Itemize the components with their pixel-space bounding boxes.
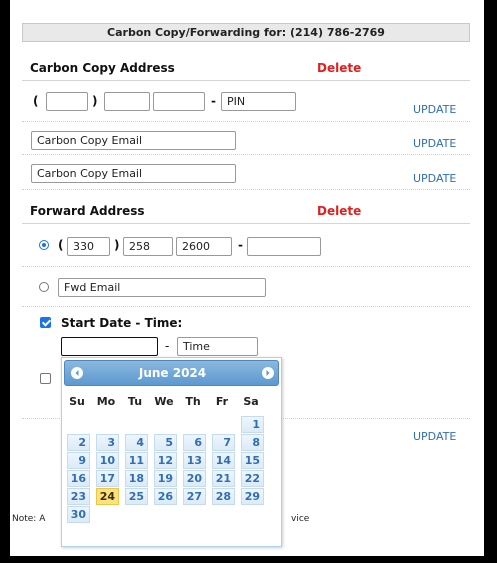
cc-update-link[interactable]: UPDATE <box>413 172 456 185</box>
datepicker: June 2024 Su Mo Tu We Th Fr Sa 1 2 3 4 5 6 7 8 9 10 11 12… <box>61 357 282 547</box>
calendar-day[interactable]: 1 <box>241 416 264 433</box>
calendar-day[interactable]: 9 <box>67 452 90 469</box>
calendar-day[interactable]: 22 <box>241 470 264 487</box>
cc-pin-input[interactable]: PIN <box>221 92 296 111</box>
fwd-prefix-input[interactable]: 258 <box>123 237 173 256</box>
calendar-day[interactable]: 10 <box>96 452 119 469</box>
open-paren: ( <box>33 94 39 108</box>
start-date-input[interactable] <box>61 337 158 356</box>
calendar-day[interactable]: 2 <box>67 434 90 451</box>
carbon-copy-title: Carbon Copy Address <box>30 61 175 75</box>
cc-email-row-2: Carbon Copy Email UPDATE <box>22 155 470 190</box>
calendar-day[interactable]: 27 <box>183 488 206 505</box>
next-month-button[interactable] <box>262 367 274 379</box>
weekday-label: Su <box>69 395 85 408</box>
calendar-day[interactable]: 8 <box>241 434 264 451</box>
calendar-day[interactable]: 3 <box>96 434 119 451</box>
fwd-update-link[interactable]: UPDATE <box>413 430 456 443</box>
calendar-day[interactable]: 11 <box>125 452 148 469</box>
calendar-day[interactable]: 19 <box>154 470 177 487</box>
calendar-day[interactable]: 21 <box>212 470 235 487</box>
date-time-dash: - <box>165 339 170 353</box>
carbon-copy-delete-link[interactable]: Delete <box>317 61 361 75</box>
weekday-label: Mo <box>96 395 116 408</box>
calendar-day[interactable]: 13 <box>183 452 206 469</box>
calendar-day[interactable]: 5 <box>154 434 177 451</box>
cc-email-input-2[interactable]: Carbon Copy Email <box>31 164 236 183</box>
start-time-input[interactable]: Time <box>177 337 258 356</box>
calendar-day-today[interactable]: 24 <box>96 488 119 505</box>
fwd-line-input[interactable]: 2600 <box>176 237 232 256</box>
window-frame-right <box>484 0 497 563</box>
forward-delete-link[interactable]: Delete <box>317 204 361 218</box>
dash: - <box>238 238 243 252</box>
calendar-day[interactable]: 18 <box>125 470 148 487</box>
note-text-start: Note: A <box>12 514 46 524</box>
start-date-checkbox[interactable] <box>40 317 51 328</box>
fwd-area-code-input[interactable]: 330 <box>67 237 110 256</box>
close-paren: ) <box>92 94 98 108</box>
start-date-label: Start Date - Time: <box>61 316 183 330</box>
close-paren: ) <box>114 238 120 252</box>
calendar-day[interactable]: 4 <box>125 434 148 451</box>
calendar-day[interactable]: 30 <box>67 506 90 523</box>
fwd-pin-input[interactable] <box>247 237 321 256</box>
forward-section-header: Forward Address Delete <box>22 200 470 224</box>
cc-line-input[interactable] <box>153 92 205 111</box>
calendar-day[interactable]: 17 <box>96 470 119 487</box>
window-frame-bottom <box>0 556 497 563</box>
weekday-label: Th <box>185 395 201 408</box>
calendar-day[interactable]: 16 <box>67 470 90 487</box>
calendar-day[interactable]: 29 <box>241 488 264 505</box>
dash: - <box>211 94 216 108</box>
calendar-day[interactable]: 14 <box>212 452 235 469</box>
carbon-copy-section-header: Carbon Copy Address Delete <box>22 57 470 81</box>
forward-email-row: Fwd Email <box>22 267 470 307</box>
chevron-right-icon <box>266 370 270 376</box>
calendar-day[interactable]: 7 <box>212 434 235 451</box>
datepicker-header: June 2024 <box>64 360 279 386</box>
calendar-day[interactable]: 20 <box>183 470 206 487</box>
forward-title: Forward Address <box>30 204 145 218</box>
carbon-copy-phone-row: ( ) - PIN UPDATE <box>22 82 470 122</box>
forward-phone-radio[interactable] <box>39 240 49 250</box>
cc-prefix-input[interactable] <box>104 92 150 111</box>
page-title: Carbon Copy/Forwarding for: (214) 786-27… <box>22 23 470 42</box>
note-text-end: vice <box>291 514 310 524</box>
cc-area-code-input[interactable] <box>46 92 88 111</box>
calendar-day[interactable]: 26 <box>154 488 177 505</box>
weekday-label: Sa <box>243 395 259 408</box>
open-paren: ( <box>58 238 64 252</box>
fwd-email-input[interactable]: Fwd Email <box>58 278 266 297</box>
calendar-day[interactable]: 25 <box>125 488 148 505</box>
cc-email-row-1: Carbon Copy Email UPDATE <box>22 122 470 155</box>
cc-update-link[interactable]: UPDATE <box>413 137 456 150</box>
calendar-day[interactable]: 23 <box>67 488 90 505</box>
weekday-label: We <box>154 395 174 408</box>
calendar-day[interactable]: 15 <box>241 452 264 469</box>
window-frame-left <box>0 0 10 563</box>
weekday-label: Tu <box>127 395 143 408</box>
cc-update-link[interactable]: UPDATE <box>413 103 456 116</box>
end-date-checkbox[interactable] <box>40 373 51 384</box>
cc-email-input-1[interactable]: Carbon Copy Email <box>31 131 236 150</box>
calendar-day[interactable]: 6 <box>183 434 206 451</box>
calendar-day[interactable]: 28 <box>212 488 235 505</box>
datepicker-title: June 2024 <box>138 366 207 380</box>
calendar-day[interactable]: 12 <box>154 452 177 469</box>
weekday-label: Fr <box>215 395 229 408</box>
forward-email-radio[interactable] <box>39 282 49 292</box>
forward-phone-row: ( 330 ) 258 2600 - <box>22 225 470 267</box>
